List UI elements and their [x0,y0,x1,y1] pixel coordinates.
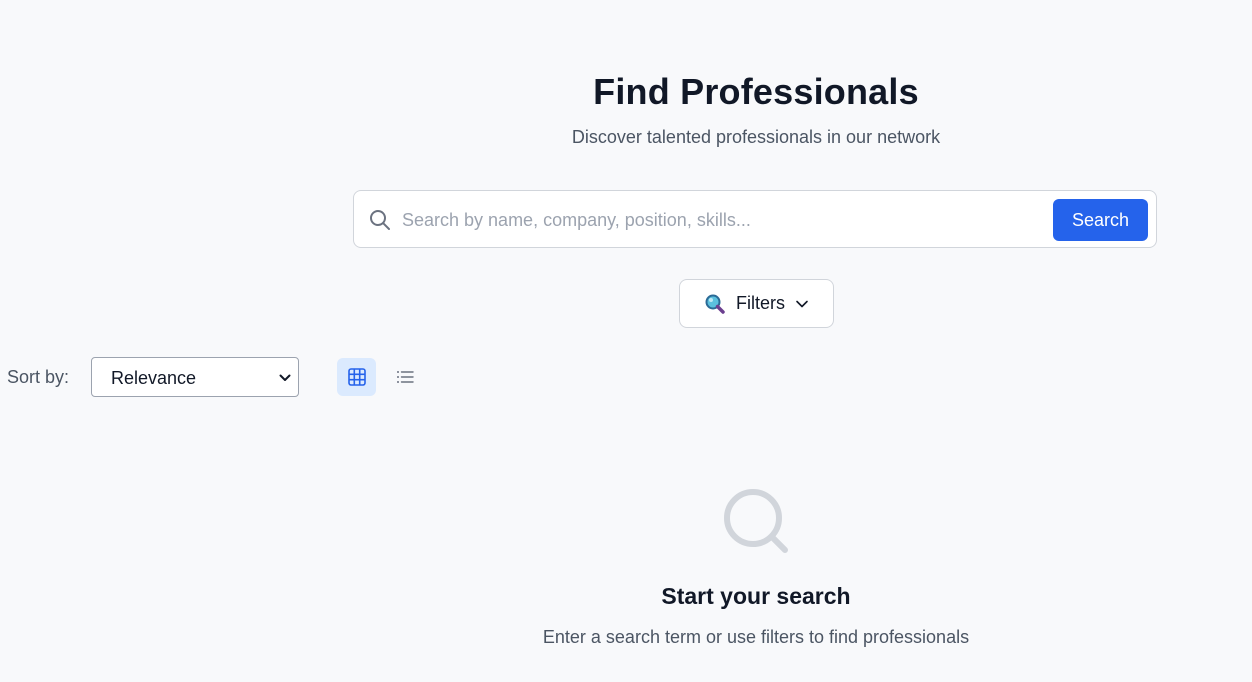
search-input[interactable] [402,203,1042,237]
search-bar: Search [353,190,1157,248]
empty-state-title: Start your search [661,583,851,609]
search-icon [724,489,788,553]
empty-state-text: Enter a search term or use filters to fi… [542,627,970,647]
sort-selected-value: Relevance [111,368,197,388]
page-title: Find Professionals [593,71,919,112]
magnifying-glass-emoji-icon [705,294,725,314]
page-subtitle: Discover talented professionals in our n… [571,127,941,147]
list-icon [396,371,414,383]
sort-select[interactable]: Relevance [91,357,299,397]
list-view-button[interactable] [385,358,424,396]
search-icon [370,210,390,230]
chevron-down-icon [279,374,291,381]
filters-button[interactable]: Filters [679,279,834,328]
sort-label: Sort by: [7,367,70,387]
chevron-down-icon [796,300,808,307]
grid-view-button[interactable] [337,358,376,396]
find-professionals-page: Find Professionals Discover talented pro… [0,0,1252,682]
grid-icon [347,368,366,386]
search-button[interactable]: Search [1053,199,1148,241]
filters-label: Filters [736,293,785,313]
